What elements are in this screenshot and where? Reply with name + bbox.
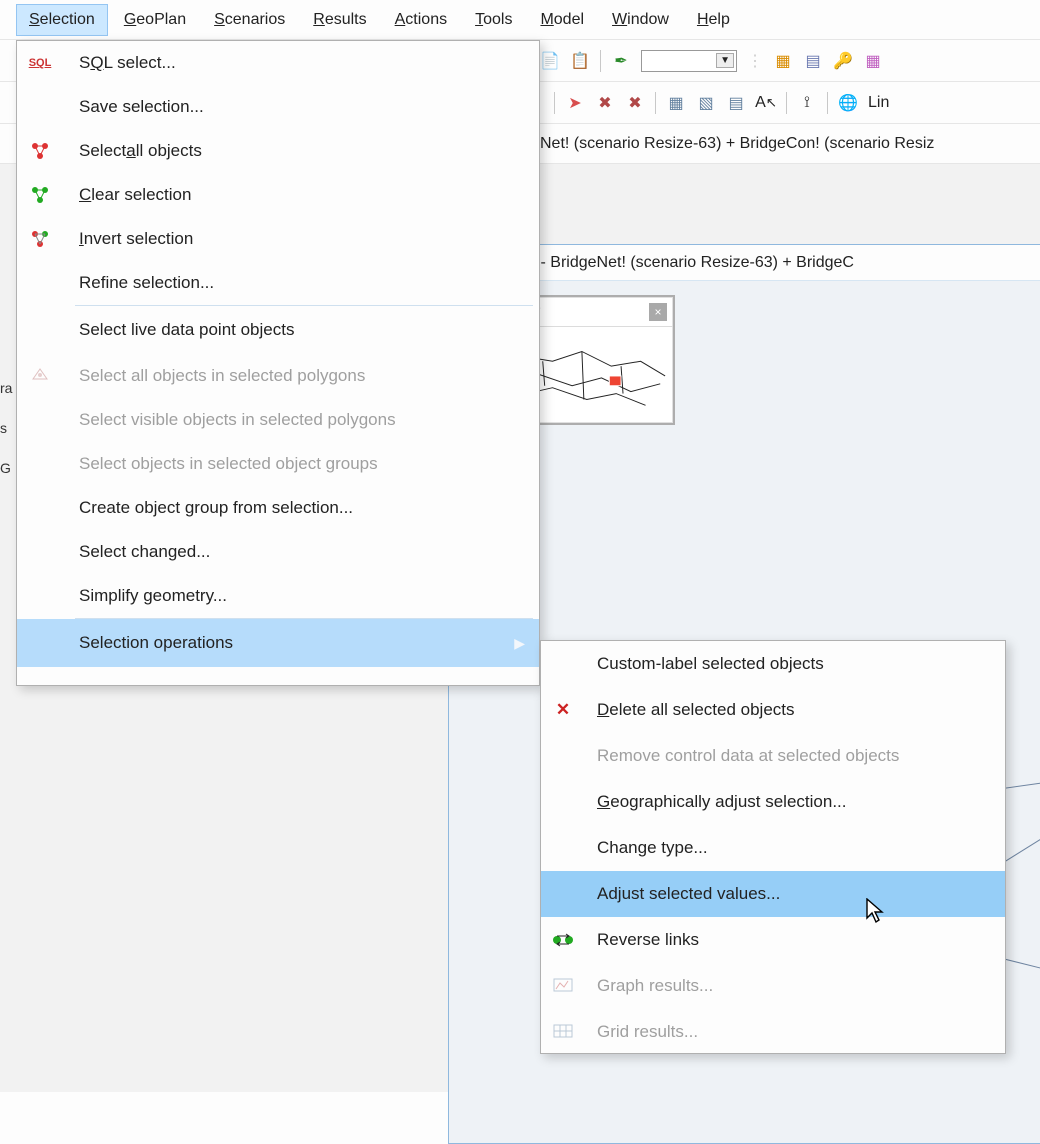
selection-operations-submenu: Custom-label selected objects ✕ Delete a… [540,640,1006,1054]
ruler-icon[interactable]: ⟟ [797,93,817,113]
menu-create-object-group[interactable]: Create object group from selection... [17,486,539,530]
menu-geoplan[interactable]: GeoPlan [112,5,198,35]
paste-icon[interactable]: 📋 [570,51,590,71]
menu-select-live-data-points[interactable]: Select live data point objects [17,306,539,354]
cursor-icon[interactable]: ➤ [565,93,585,113]
grid-icon [551,1020,575,1044]
toolbar-separator [600,50,601,72]
sql-icon: SQL [27,50,53,76]
copy-icon[interactable]: 📄 [540,51,560,71]
toolbar-separator [786,92,787,114]
select-all-icon [27,138,53,164]
menu-select-all-in-polygons: Select all objects in selected polygons [17,354,539,398]
menu-select-all-objects[interactable]: Select all objects [17,129,539,173]
text-cursor-tool[interactable]: A↖ [756,93,776,113]
grid-tool-a[interactable]: ▦ [666,93,686,113]
menu-scenarios[interactable]: Scenarios [202,5,297,35]
toolbar-separator [554,92,555,114]
menu-refine-selection[interactable]: Refine selection... [17,261,539,305]
polygon-icon [27,363,53,389]
mouse-cursor [866,898,888,930]
selection-menu: SQL SQL select... Save selection... Sele… [16,40,540,686]
delete-icon: ✕ [551,698,575,722]
graph-icon [551,974,575,998]
reverse-icon [551,928,575,952]
submenu-reverse-links[interactable]: Reverse links [541,917,1005,963]
submenu-custom-label[interactable]: Custom-label selected objects [541,641,1005,687]
tool-icon-c[interactable]: 🔑 [833,51,853,71]
submenu-change-type[interactable]: Change type... [541,825,1005,871]
menu-clear-selection[interactable]: Clear selection [17,173,539,217]
tool-icon-b[interactable]: ▤ [803,51,823,71]
menu-window[interactable]: Window [600,5,681,35]
strike-icon-b[interactable]: ✖ [625,93,645,113]
toolbar-trailing-text: Lin [868,94,889,112]
menu-results[interactable]: Results [301,5,378,35]
menu-tools[interactable]: Tools [463,5,524,35]
menu-model[interactable]: Model [528,5,596,35]
menu-sql-select[interactable]: SQL SQL select... [17,41,539,85]
menu-save-selection[interactable]: Save selection... [17,85,539,129]
pen-icon[interactable]: ✒ [611,51,631,71]
close-icon[interactable]: × [649,303,667,321]
strike-icon-a[interactable]: ✖ [595,93,615,113]
menu-invert-selection[interactable]: Invert selection [17,217,539,261]
grid-tool-c[interactable]: ▤ [726,93,746,113]
menu-select-visible-in-polygons: Select visible objects in selected polyg… [17,398,539,442]
globe-icon[interactable]: 🌐 [838,93,858,113]
menu-actions[interactable]: Actions [383,5,459,35]
grid-tool-b[interactable]: ▧ [696,93,716,113]
menu-selection[interactable]: Selection [16,4,108,36]
invert-icon [27,226,53,252]
menu-select-in-object-groups: Select objects in selected object groups [17,442,539,486]
tool-icon-a[interactable]: ▦ [773,51,793,71]
menu-selection-operations[interactable]: Selection operations ▶ [17,619,539,667]
toolbar-combo[interactable]: ▼ [641,50,737,72]
clear-selection-icon [27,182,53,208]
toolbar-separator [827,92,828,114]
submenu-grid-results: Grid results... [541,1009,1005,1055]
submenu-geographically-adjust[interactable]: Geographically adjust selection... [541,779,1005,825]
submenu-graph-results: Graph results... [541,963,1005,1009]
tool-icon-d[interactable]: ▦ [863,51,883,71]
submenu-delete-all-selected[interactable]: ✕ Delete all selected objects [541,687,1005,733]
menu-help[interactable]: Help [685,5,742,35]
toolbar-separator [655,92,656,114]
menu-select-changed[interactable]: Select changed... [17,530,539,574]
submenu-remove-control-data: Remove control data at selected objects [541,733,1005,779]
submenu-adjust-selected-values[interactable]: Adjust selected values... [541,871,1005,917]
menu-simplify-geometry[interactable]: Simplify geometry... [17,574,539,618]
menubar: Selection GeoPlan Scenarios Results Acti… [0,0,1040,40]
submenu-arrow-icon: ▶ [514,635,525,652]
